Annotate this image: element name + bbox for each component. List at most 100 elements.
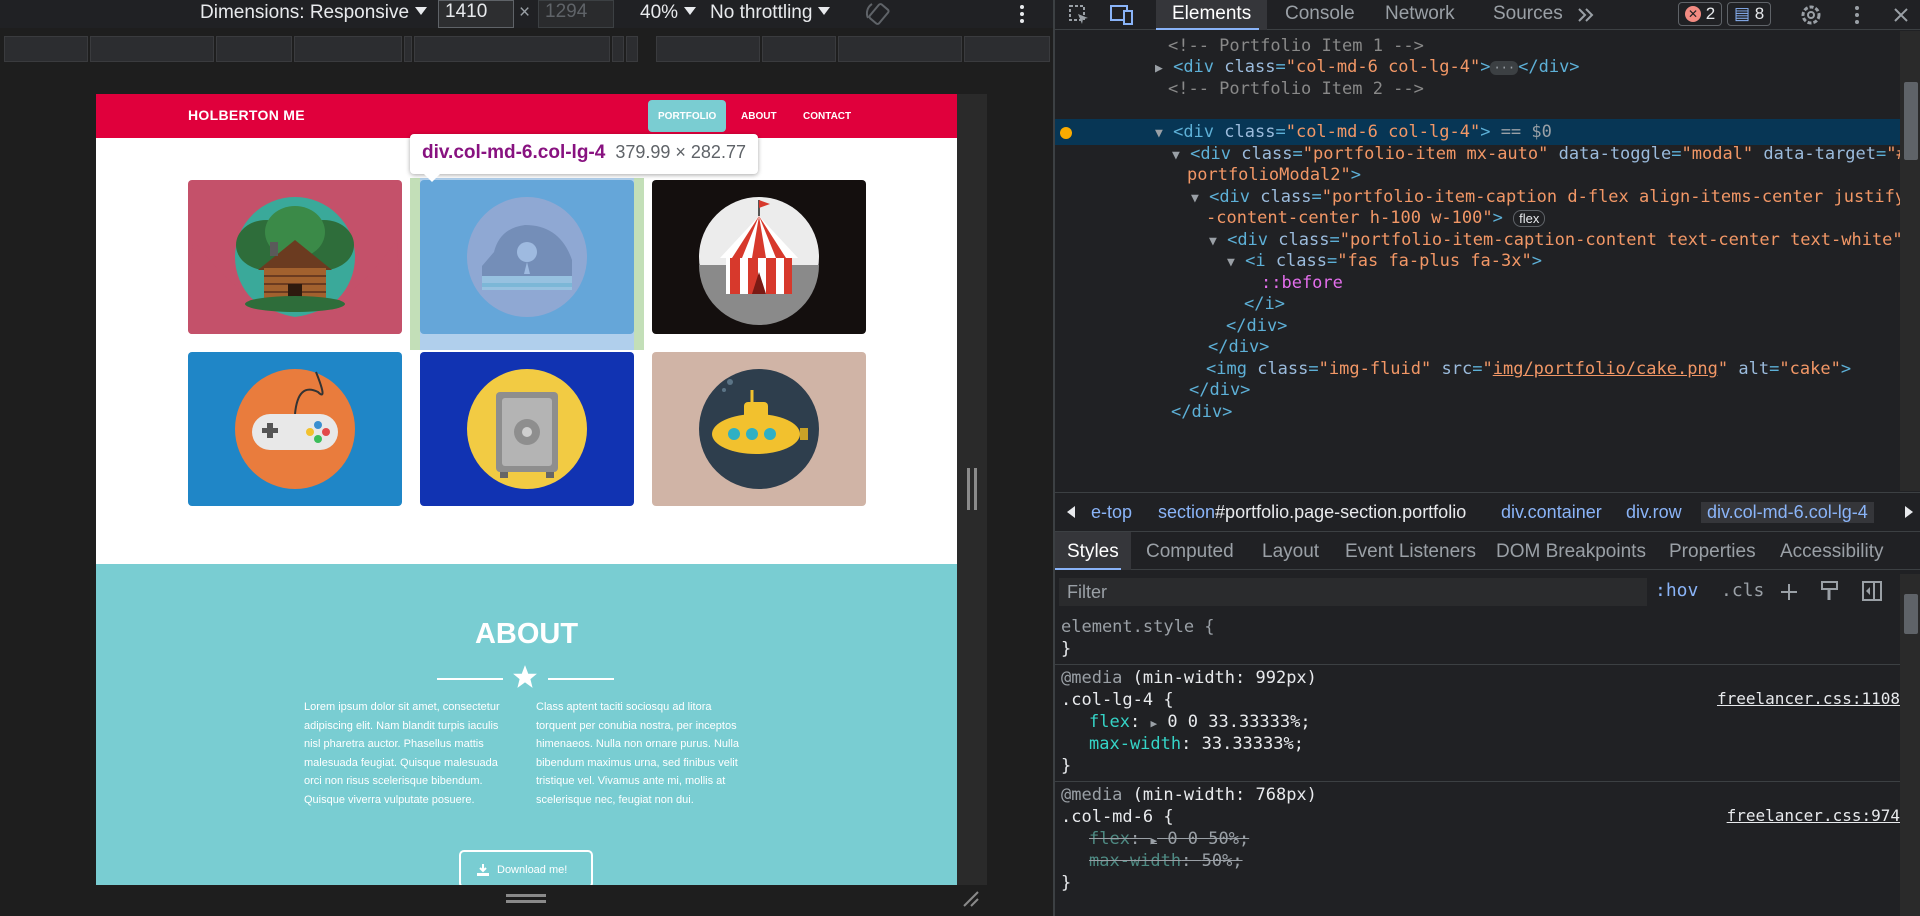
height-input[interactable]: 1294 bbox=[538, 0, 614, 28]
tab-elements[interactable]: Elements bbox=[1156, 0, 1268, 30]
ellipsis-icon[interactable]: ··· bbox=[1490, 61, 1519, 75]
portfolio-item-safe[interactable] bbox=[420, 352, 634, 506]
submarine-icon bbox=[699, 369, 819, 489]
styles-scrollbar-thumb[interactable] bbox=[1904, 594, 1918, 634]
chevron-down-icon bbox=[684, 7, 697, 15]
highlight-margin bbox=[634, 178, 644, 350]
highlight-margin bbox=[410, 178, 420, 350]
width-resize-handle[interactable] bbox=[967, 468, 977, 510]
flex-badge[interactable]: flex bbox=[1513, 210, 1546, 227]
more-tabs-icon[interactable] bbox=[1576, 6, 1596, 24]
device-toolbar: Dimensions: Responsive 1410 × 1294 40% N… bbox=[0, 0, 1053, 28]
throttling-dropdown[interactable]: No throttling bbox=[710, 2, 831, 24]
toggle-sidebar-icon[interactable] bbox=[1861, 580, 1883, 602]
tab-computed[interactable]: Computed bbox=[1146, 541, 1234, 563]
tooltip-element-name: div.col-md-6.col-lg-4 bbox=[422, 142, 606, 163]
styles-filter-input[interactable]: Filter bbox=[1059, 578, 1647, 606]
height-resize-handle[interactable] bbox=[506, 894, 546, 903]
nav-contact-link[interactable]: CONTACT bbox=[793, 100, 861, 132]
active-tab-indicator bbox=[1055, 568, 1121, 570]
device-toolbar-icon[interactable] bbox=[1109, 3, 1135, 27]
inspect-element-icon[interactable] bbox=[1067, 3, 1091, 27]
source-link[interactable]: freelancer.css:1108 bbox=[1717, 689, 1900, 708]
width-input[interactable]: 1410 bbox=[438, 0, 514, 28]
dom-scrollbar-thumb[interactable] bbox=[1904, 82, 1918, 160]
portfolio-item-cabin[interactable] bbox=[188, 180, 402, 334]
rotate-icon[interactable] bbox=[864, 0, 894, 28]
portfolio-item-controller[interactable] bbox=[188, 352, 402, 506]
divider-line bbox=[548, 678, 614, 680]
tab-event-listeners[interactable]: Event Listeners bbox=[1345, 541, 1476, 563]
chevron-down-icon bbox=[818, 7, 831, 15]
dom-tree[interactable]: <!-- Portfolio Item 1 --> ▶ <div class="… bbox=[1055, 31, 1900, 491]
breadcrumb-item-selected[interactable]: div.col-md-6.col-lg-4 bbox=[1701, 502, 1874, 523]
breadcrumb-item[interactable]: e-top bbox=[1091, 502, 1132, 523]
img-src-link[interactable]: img/portfolio/cake.png bbox=[1493, 359, 1718, 379]
tab-properties[interactable]: Properties bbox=[1669, 541, 1756, 563]
breadcrumb-item[interactable]: div.row bbox=[1626, 502, 1682, 523]
corner-resize-handle[interactable] bbox=[960, 888, 980, 908]
breadcrumb: e-top section#portfolio.page-section.por… bbox=[1055, 492, 1920, 532]
tab-accessibility[interactable]: Accessibility bbox=[1780, 541, 1883, 563]
chevron-right-icon[interactable] bbox=[1903, 505, 1915, 519]
rule-selector[interactable]: .col-lg-4 { bbox=[1061, 689, 1174, 711]
more-options-icon[interactable] bbox=[1016, 2, 1028, 26]
about-text-right: Class aptent taciti sociosqu ad litora t… bbox=[536, 701, 740, 806]
message-count-badge[interactable]: ▤ 8 bbox=[1727, 2, 1772, 26]
message-count: 8 bbox=[1754, 4, 1765, 23]
breadcrumb-item[interactable]: div.container bbox=[1501, 502, 1602, 523]
element-highlight-overlay bbox=[420, 178, 634, 350]
nav-portfolio-link[interactable]: PORTFOLIO bbox=[648, 100, 727, 132]
chevron-down-icon bbox=[415, 7, 428, 15]
css-declaration-overridden[interactable]: max-width: 50%; bbox=[1089, 850, 1243, 872]
safe-icon bbox=[467, 369, 587, 489]
dom-comment[interactable]: <!-- Portfolio Item 2 --> bbox=[1168, 76, 1424, 102]
page-viewport[interactable]: HOLBERTON ME PORTFOLIO ABOUT CONTACT div… bbox=[96, 94, 957, 885]
issue-dot-icon bbox=[1060, 127, 1072, 139]
tab-layout[interactable]: Layout bbox=[1262, 541, 1319, 563]
element-style-rule[interactable]: element.style { bbox=[1061, 616, 1215, 638]
dimensions-dropdown[interactable]: Dimensions: Responsive bbox=[200, 2, 428, 24]
more-options-icon[interactable] bbox=[1851, 3, 1863, 27]
gear-icon[interactable] bbox=[1799, 3, 1823, 27]
rule-close-brace: } bbox=[1061, 639, 1072, 659]
chevron-left-icon[interactable] bbox=[1065, 505, 1077, 519]
devtools-panel: Elements Console Network Sources ✕ 2 ▤ 8… bbox=[1053, 0, 1920, 916]
styles-subtabs: Styles Computed Layout Event Listeners D… bbox=[1055, 532, 1920, 570]
zoom-dropdown[interactable]: 40% bbox=[640, 2, 697, 24]
tooltip-element-size: 379.99 × 282.77 bbox=[615, 142, 746, 162]
about-text-left: Lorem ipsum dolor sit amet, consectetur … bbox=[304, 701, 500, 806]
download-button[interactable]: Download me! bbox=[459, 850, 593, 885]
rule-close-brace: } bbox=[1061, 756, 1072, 776]
source-link[interactable]: freelancer.css:974 bbox=[1727, 806, 1900, 825]
hover-state-toggle[interactable]: :hov bbox=[1655, 580, 1698, 601]
css-declaration-overridden[interactable]: flex: ▶ 0 0 50%; bbox=[1089, 828, 1249, 850]
tab-styles[interactable]: Styles bbox=[1055, 532, 1131, 570]
paint-roller-icon[interactable] bbox=[1819, 580, 1841, 602]
dom-node-img[interactable]: <img class="img-fluid" src="img/portfoli… bbox=[1206, 356, 1851, 382]
tab-console[interactable]: Console bbox=[1285, 3, 1355, 25]
tab-dom-breakpoints[interactable]: DOM Breakpoints bbox=[1496, 541, 1646, 563]
tab-sources[interactable]: Sources bbox=[1493, 3, 1563, 25]
close-icon[interactable] bbox=[1891, 5, 1911, 25]
rule-selector[interactable]: .col-md-6 { bbox=[1061, 806, 1174, 828]
site-brand[interactable]: HOLBERTON ME bbox=[188, 107, 305, 123]
css-declaration[interactable]: flex: ▶ 0 0 33.33333%; bbox=[1089, 711, 1311, 733]
portfolio-item-submarine[interactable] bbox=[652, 352, 866, 506]
media-query-bar[interactable] bbox=[0, 36, 1053, 62]
add-rule-icon[interactable] bbox=[1779, 582, 1801, 604]
tab-network[interactable]: Network bbox=[1385, 3, 1455, 25]
error-count-badge[interactable]: ✕ 2 bbox=[1678, 2, 1723, 26]
styles-pane[interactable]: element.style { } @media (min-width: 992… bbox=[1055, 612, 1900, 916]
divider-line bbox=[437, 678, 503, 680]
css-declaration[interactable]: max-width: 33.33333%; bbox=[1089, 733, 1304, 755]
breadcrumb-item[interactable]: section#portfolio.page-section.portfolio bbox=[1158, 502, 1466, 523]
game-controller-icon bbox=[235, 369, 355, 489]
dimensions-label: Dimensions: Responsive bbox=[200, 2, 410, 23]
portfolio-item-circus[interactable] bbox=[652, 180, 866, 334]
class-toggle[interactable]: .cls bbox=[1721, 580, 1764, 601]
device-emulation-pane: Dimensions: Responsive 1410 × 1294 40% N… bbox=[0, 0, 1053, 916]
cabin-icon bbox=[188, 197, 402, 334]
circus-tent-icon bbox=[699, 197, 819, 325]
nav-about-link[interactable]: ABOUT bbox=[731, 100, 787, 132]
